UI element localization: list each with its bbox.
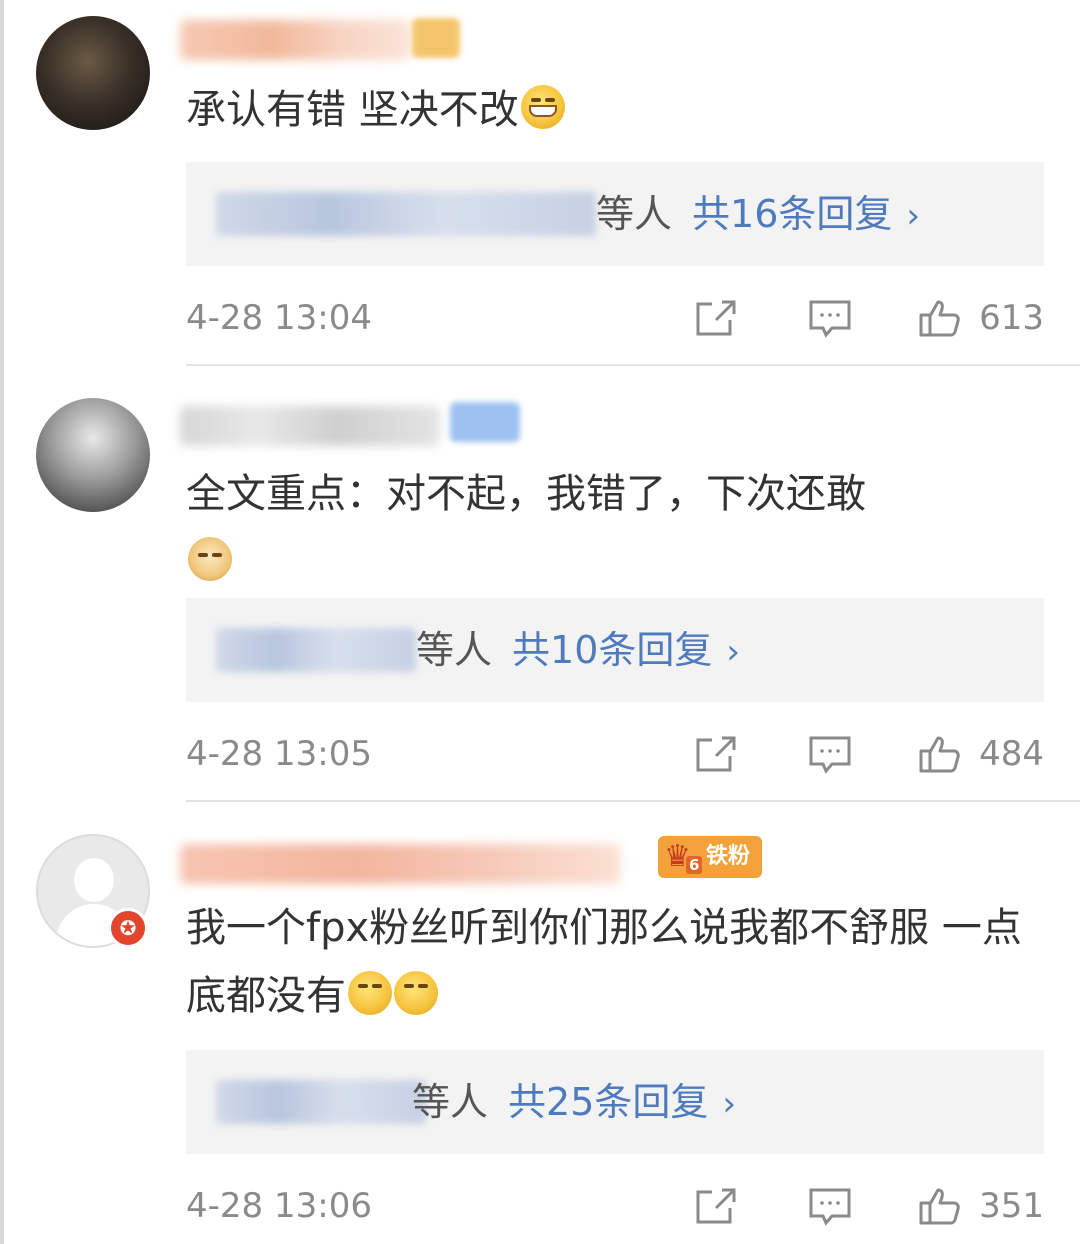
like-count: 484 (979, 734, 1044, 774)
comment-text: 承认有错 坚决不改 (186, 76, 1036, 144)
username-blurred[interactable] (180, 844, 620, 884)
chevron-right-icon: › (722, 1084, 736, 1124)
like-count: 613 (979, 298, 1044, 338)
fan-badge[interactable]: ♛ 6 铁粉 (658, 836, 763, 878)
reply-summary: 等人 共10条回复 › (416, 624, 740, 678)
fan-level: 6 (686, 856, 703, 874)
reply-names-suffix: 等人 (412, 1080, 489, 1124)
chevron-right-icon: › (906, 196, 920, 236)
comment-text-content: 承认有错 坚决不改 (186, 87, 519, 133)
like-icon[interactable] (918, 298, 962, 338)
smirk-emoji-icon (348, 971, 392, 1015)
share-icon[interactable] (694, 1186, 738, 1226)
comment-text: 我一个fpx粉丝听到你们那么说我都不舒服 一点底都没有 (186, 894, 1036, 1030)
reply-count-label: 共16条回复 (692, 192, 893, 236)
comment-item: 全文重点：对不起，我错了，下次还敢 等人 共10条回复 › 4-28 13:05 4… (0, 366, 1080, 802)
replies-preview[interactable]: 等人 共16条回复 › (186, 162, 1044, 266)
share-icon[interactable] (694, 298, 738, 338)
like-count: 351 (979, 1186, 1044, 1226)
smirk-emoji-icon (394, 971, 438, 1015)
like-icon[interactable] (918, 734, 962, 774)
reply-count-link[interactable]: 共10条回复 › (512, 628, 740, 672)
member-badge-blurred (450, 402, 520, 442)
reply-usernames-blurred (216, 628, 416, 672)
comment-text-content: 我一个fpx粉丝听到你们那么说我都不舒服 一点底都没有 (186, 905, 1022, 1019)
comment-icon[interactable] (808, 734, 852, 774)
comment-icon[interactable] (808, 1186, 852, 1226)
username-blurred[interactable] (180, 20, 410, 60)
username-blurred[interactable] (180, 406, 440, 446)
reply-count-label: 共25条回复 (508, 1080, 709, 1124)
comment-text: 全文重点：对不起，我错了，下次还敢 (186, 460, 1036, 596)
like-icon[interactable] (918, 1186, 962, 1226)
reply-names-suffix: 等人 (596, 192, 673, 236)
verified-star-icon: ✪ (108, 908, 148, 948)
reply-count-label: 共10条回复 (512, 628, 713, 672)
timestamp: 4-28 13:05 (186, 734, 372, 774)
timestamp: 4-28 13:06 (186, 1186, 372, 1226)
member-badge-blurred (412, 18, 460, 58)
doge-emoji-icon (188, 537, 232, 581)
replies-preview[interactable]: 等人 共10条回复 › (186, 598, 1044, 702)
comment-meta: 4-28 13:04 613 (186, 294, 1044, 344)
comment-meta: 4-28 13:06 351 (186, 1182, 1044, 1232)
share-icon[interactable] (694, 734, 738, 774)
reply-usernames-blurred (216, 1080, 426, 1124)
timestamp: 4-28 13:04 (186, 298, 372, 338)
comment-item: 承认有错 坚决不改 等人 共16条回复 › 4-28 13:04 613 (0, 0, 1080, 366)
reply-summary: 等人 共16条回复 › (596, 188, 920, 242)
reply-usernames-blurred (216, 192, 596, 236)
avatar[interactable] (36, 398, 150, 512)
reply-summary: 等人 共25条回复 › (412, 1076, 736, 1130)
grin-emoji-icon (520, 85, 565, 129)
comment-icon[interactable] (808, 298, 852, 338)
reply-count-link[interactable]: 共25条回复 › (508, 1080, 736, 1124)
comment-text-content: 全文重点：对不起，我错了，下次还敢 (186, 471, 866, 517)
avatar[interactable] (36, 16, 150, 130)
reply-names-suffix: 等人 (416, 628, 493, 672)
replies-preview[interactable]: 等人 共25条回复 › (186, 1050, 1044, 1154)
comment-meta: 4-28 13:05 484 (186, 730, 1044, 780)
reply-count-link[interactable]: 共16条回复 › (692, 192, 920, 236)
comment-item: ✪ ♛ 6 铁粉 我一个fpx粉丝听到你们那么说我都不舒服 一点底都没有 等人共… (0, 802, 1080, 1244)
fan-badge-label: 铁粉 (706, 844, 751, 869)
chevron-right-icon: › (726, 632, 740, 672)
default-avatar-head (74, 858, 114, 902)
